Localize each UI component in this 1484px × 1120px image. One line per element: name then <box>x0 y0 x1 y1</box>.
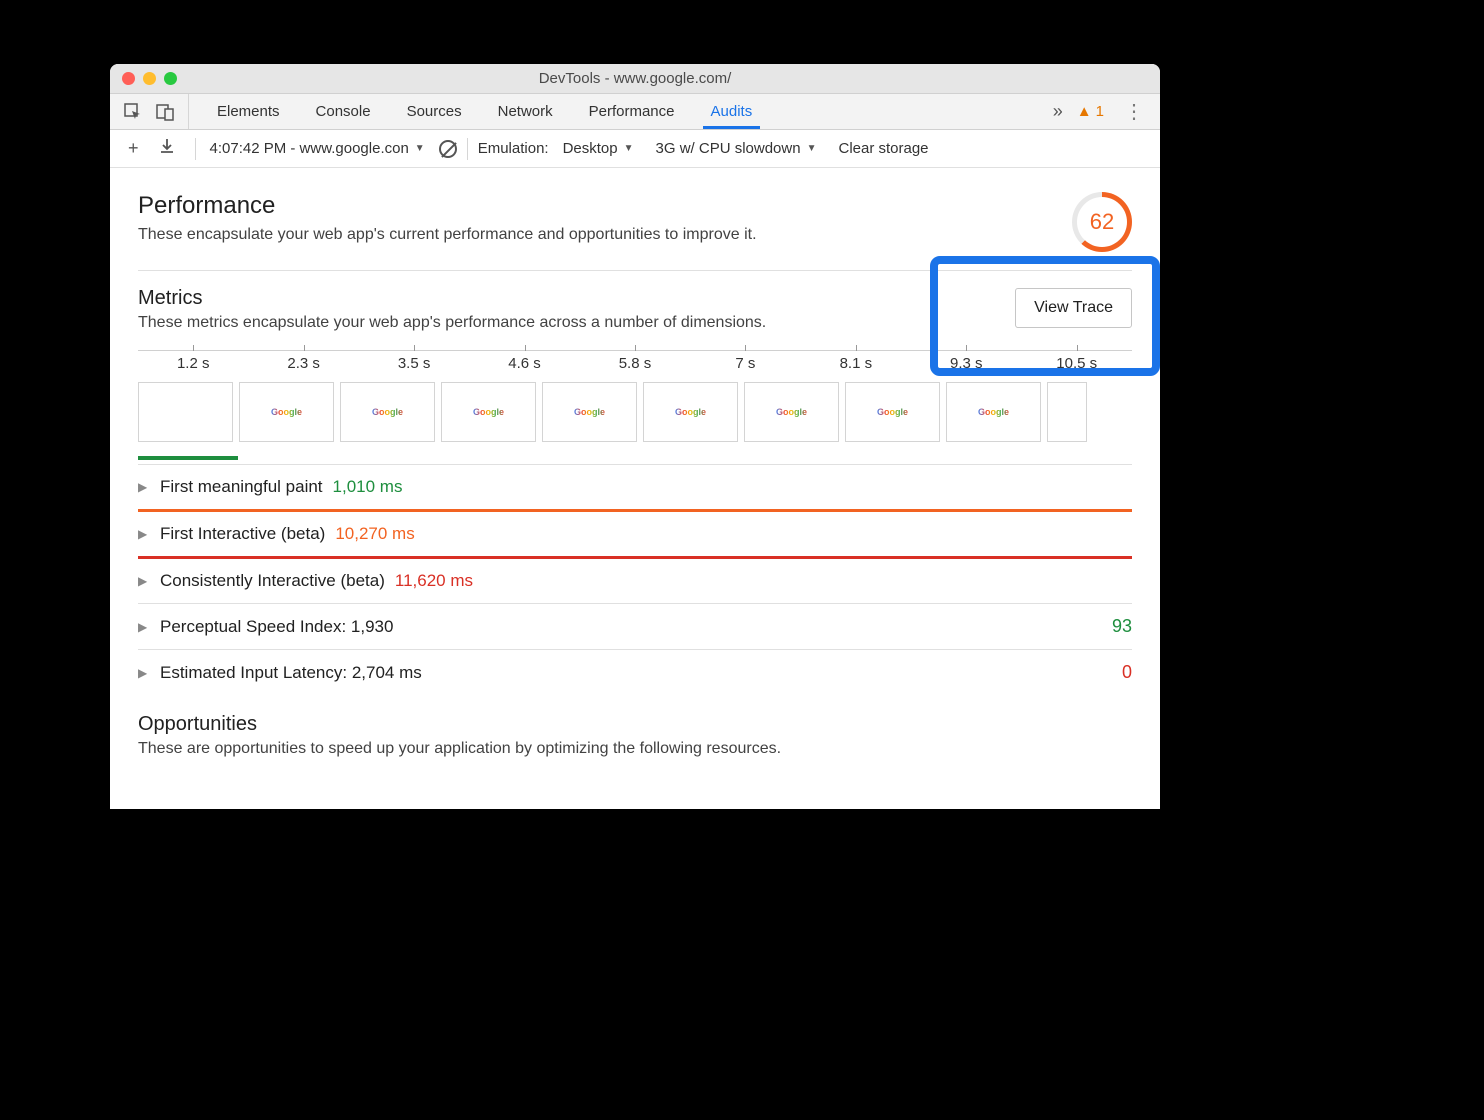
metric-value: 1,010 ms <box>333 477 403 497</box>
download-report-button[interactable] <box>149 138 185 159</box>
metric-first-interactive[interactable]: ▶ First Interactive (beta) 10,270 ms <box>138 509 1132 556</box>
metric-label: First meaningful paint <box>160 477 323 497</box>
filmstrip-frame: Google <box>239 382 334 442</box>
metric-value: 11,620 ms <box>395 571 473 591</box>
filmstrip-frame: Google <box>542 382 637 442</box>
more-tabs-button[interactable]: » <box>1039 101 1077 122</box>
chevron-down-icon: ▼ <box>624 143 634 154</box>
inspect-tools <box>110 94 189 129</box>
filmstrip-frame: Google <box>441 382 536 442</box>
chevron-down-icon: ▼ <box>807 143 817 154</box>
expand-icon: ▶ <box>138 480 150 494</box>
audit-report: Performance These encapsulate your web a… <box>110 168 1160 809</box>
timeline-tick: 5.8 s <box>580 355 690 372</box>
metric-label: Perceptual Speed Index: 1,930 <box>160 617 393 637</box>
close-window-button[interactable] <box>122 72 135 85</box>
timeline-tick: 7 s <box>690 355 800 372</box>
timeline-tick: 9.3 s <box>911 355 1021 372</box>
warning-count: 1 <box>1096 103 1104 120</box>
devtools-window: DevTools - www.google.com/ Elements Cons… <box>110 64 1160 809</box>
window-title: DevTools - www.google.com/ <box>110 70 1160 87</box>
metric-perceptual-speed-index[interactable]: ▶ Perceptual Speed Index: 1,930 93 <box>138 603 1132 649</box>
timeline-tick: 4.6 s <box>469 355 579 372</box>
throttling-selector[interactable]: 3G w/ CPU slowdown ▼ <box>652 140 821 157</box>
timeline-tick: 2.3 s <box>248 355 358 372</box>
opportunities-title: Opportunities <box>138 713 1132 736</box>
filmstrip-frame <box>138 382 233 442</box>
metric-value: 10,270 ms <box>335 524 414 544</box>
timeline-tick: 10.5 s <box>1022 355 1132 372</box>
opportunities-section: Opportunities These are opportunities to… <box>138 695 1132 768</box>
timeline-tick: 1.2 s <box>138 355 248 372</box>
metrics-subtitle: These metrics encapsulate your web app's… <box>138 314 1132 332</box>
performance-subtitle: These encapsulate your web app's current… <box>138 226 757 244</box>
metric-score: 93 <box>1112 616 1132 637</box>
report-selector-label: 4:07:42 PM - www.google.con <box>210 140 409 157</box>
tab-sources[interactable]: Sources <box>389 94 480 129</box>
tab-elements[interactable]: Elements <box>199 94 298 129</box>
traffic-lights <box>110 72 177 85</box>
metric-label: First Interactive (beta) <box>160 524 325 544</box>
device-selector-label: Desktop <box>563 140 618 157</box>
timeline-tick: 3.5 s <box>359 355 469 372</box>
device-selector[interactable]: Desktop ▼ <box>559 140 638 157</box>
expand-icon: ▶ <box>138 666 150 680</box>
warning-badge[interactable]: ▲ 1 <box>1077 103 1104 120</box>
performance-section-header: Performance These encapsulate your web a… <box>138 192 1132 270</box>
filmstrip: Google Google Google Google Google Googl… <box>138 382 1132 442</box>
new-audit-button[interactable]: + <box>118 138 149 159</box>
filmstrip-frame: Google <box>946 382 1041 442</box>
device-toggle-icon[interactable] <box>156 103 174 121</box>
performance-score-gauge: 62 <box>1072 192 1132 252</box>
metric-first-meaningful-paint[interactable]: ▶ First meaningful paint 1,010 ms <box>138 464 1132 509</box>
tab-audits[interactable]: Audits <box>693 94 771 129</box>
warning-icon: ▲ <box>1077 103 1092 120</box>
filmstrip-frame: Google <box>340 382 435 442</box>
view-trace-button[interactable]: View Trace <box>1015 288 1132 328</box>
emulation-label: Emulation: <box>478 140 549 157</box>
throttling-selector-label: 3G w/ CPU slowdown <box>656 140 801 157</box>
metric-label: Estimated Input Latency: 2,704 ms <box>160 663 422 683</box>
audits-toolbar: + 4:07:42 PM - www.google.con ▼ Emulatio… <box>110 130 1160 168</box>
report-selector[interactable]: 4:07:42 PM - www.google.con ▼ <box>206 140 429 157</box>
tab-performance[interactable]: Performance <box>571 94 693 129</box>
metric-score: 0 <box>1122 662 1132 683</box>
clear-storage-label: Clear storage <box>838 140 928 157</box>
zoom-window-button[interactable] <box>164 72 177 85</box>
performance-title: Performance <box>138 192 757 220</box>
filmstrip-frame: Google <box>643 382 738 442</box>
timeline-tick: 8.1 s <box>801 355 911 372</box>
clear-storage-toggle[interactable]: Clear storage <box>834 140 932 157</box>
metrics-title: Metrics <box>138 287 1132 310</box>
chevron-down-icon: ▼ <box>415 143 425 154</box>
settings-menu-button[interactable]: ⋮ <box>1118 99 1150 124</box>
panel-tabs: Elements Console Sources Network Perform… <box>189 94 1039 129</box>
expand-icon: ▶ <box>138 620 150 634</box>
devtools-tabstrip: Elements Console Sources Network Perform… <box>110 94 1160 130</box>
metrics-section-header: Metrics These metrics encapsulate your w… <box>138 271 1132 332</box>
metric-estimated-input-latency[interactable]: ▶ Estimated Input Latency: 2,704 ms 0 <box>138 649 1132 695</box>
tab-network[interactable]: Network <box>480 94 571 129</box>
opportunities-subtitle: These are opportunities to speed up your… <box>138 740 1132 758</box>
timeline-axis: 1.2 s 2.3 s 3.5 s 4.6 s 5.8 s 7 s 8.1 s … <box>138 350 1132 372</box>
metric-bar <box>138 456 238 460</box>
clear-audit-icon[interactable] <box>439 140 457 158</box>
metric-label: Consistently Interactive (beta) <box>160 571 385 591</box>
minimize-window-button[interactable] <box>143 72 156 85</box>
filmstrip-frame: Google <box>845 382 940 442</box>
filmstrip-frame: Google <box>744 382 839 442</box>
expand-icon: ▶ <box>138 527 150 541</box>
filmstrip-frame <box>1047 382 1087 442</box>
titlebar: DevTools - www.google.com/ <box>110 64 1160 94</box>
expand-icon: ▶ <box>138 574 150 588</box>
performance-score-value: 62 <box>1090 209 1114 235</box>
tab-console[interactable]: Console <box>298 94 389 129</box>
metric-consistently-interactive[interactable]: ▶ Consistently Interactive (beta) 11,620… <box>138 556 1132 603</box>
inspect-element-icon[interactable] <box>124 103 142 121</box>
